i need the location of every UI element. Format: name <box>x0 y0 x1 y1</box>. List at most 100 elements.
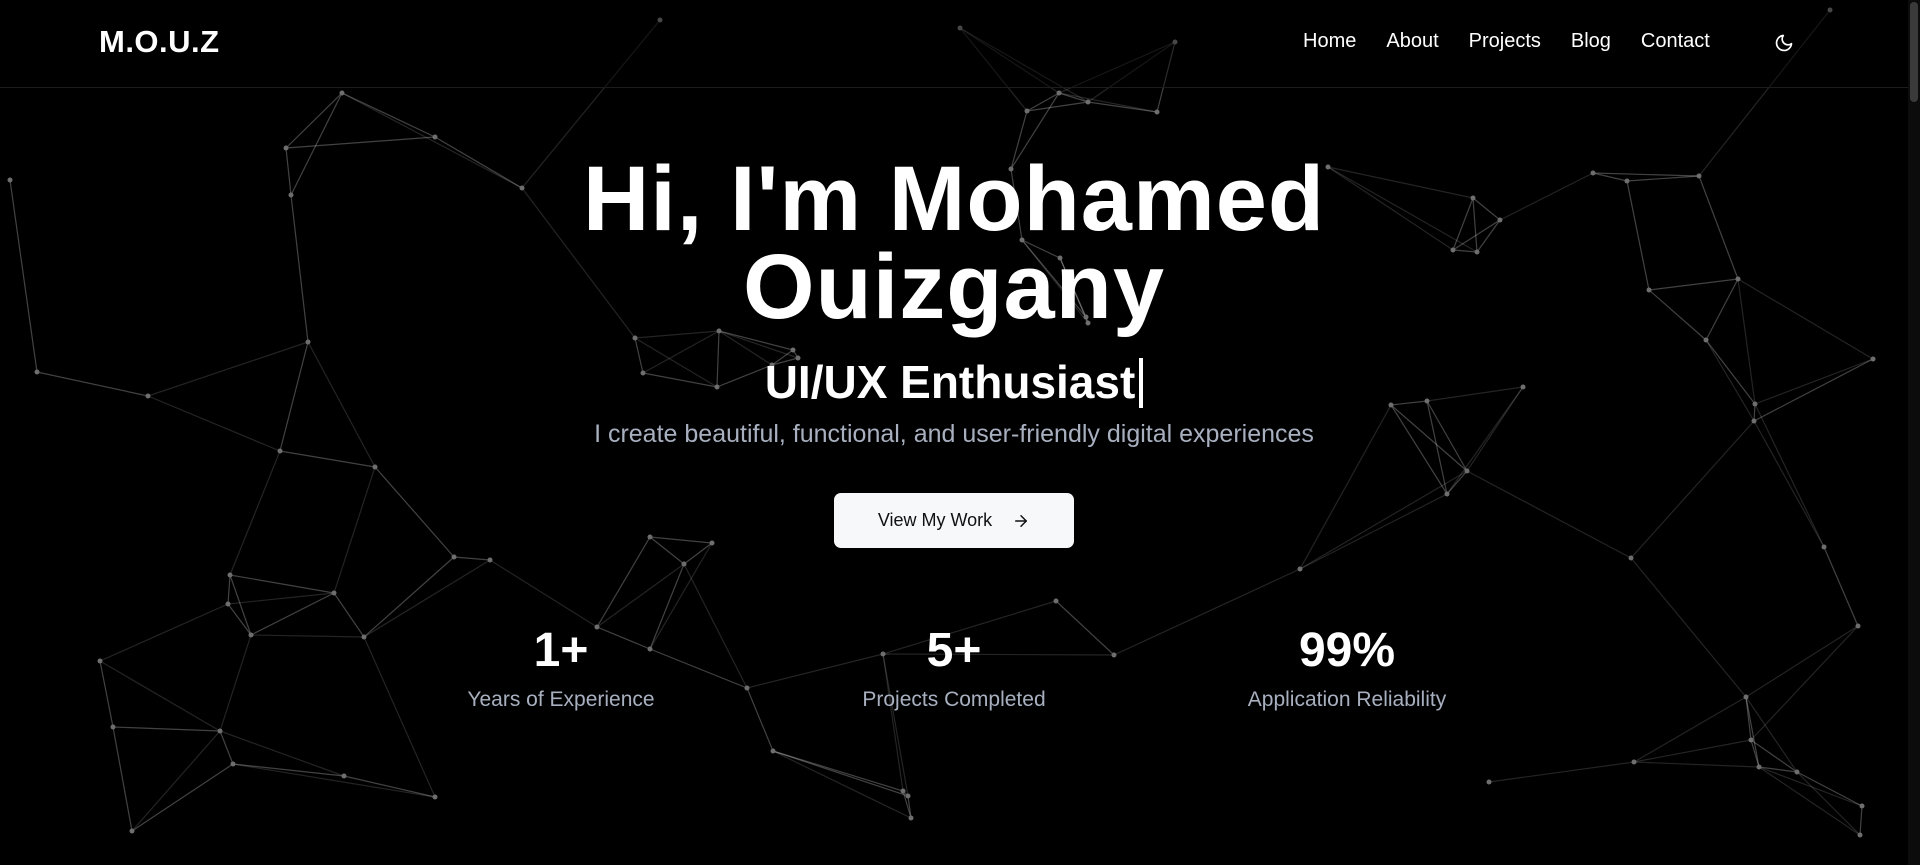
network-link <box>99 603 229 662</box>
page-scrollbar[interactable] <box>1908 0 1920 865</box>
site-header: M.O.U.Z Home About Projects Blog Contact <box>0 0 1920 88</box>
network-node <box>1056 90 1062 96</box>
hero-role-text: UI/UX Enthusiast <box>764 356 1136 408</box>
network-node <box>372 464 378 470</box>
nav-link-home[interactable]: Home <box>1303 30 1356 53</box>
network-link <box>746 687 774 752</box>
network-node <box>277 448 283 454</box>
network-node <box>283 145 289 151</box>
network-link <box>343 775 436 798</box>
network-link <box>1796 771 1863 807</box>
arrow-right-icon <box>1012 512 1030 530</box>
network-link <box>1466 470 1632 559</box>
network-link <box>232 763 436 798</box>
network-link <box>229 450 281 576</box>
network-node <box>1859 803 1865 809</box>
network-link <box>112 726 133 832</box>
stat-label: Application Reliability <box>1247 688 1447 711</box>
network-node <box>451 554 457 560</box>
nav-link-blog[interactable]: Blog <box>1571 30 1611 53</box>
stat-label: Projects Completed <box>862 688 1046 711</box>
network-node <box>1085 99 1091 105</box>
nav-link-projects[interactable]: Projects <box>1469 30 1541 53</box>
network-node <box>1154 109 1160 115</box>
network-node <box>129 828 135 834</box>
site-logo[interactable]: M.O.U.Z <box>99 24 220 60</box>
network-link <box>1758 766 1863 807</box>
network-link <box>227 592 335 605</box>
network-link <box>229 574 252 636</box>
network-node <box>1024 108 1030 114</box>
network-node <box>217 728 223 734</box>
network-node <box>1111 652 1117 658</box>
typing-cursor <box>1139 358 1144 408</box>
network-node <box>1464 468 1470 474</box>
network-node <box>1297 566 1303 572</box>
network-link <box>112 726 221 732</box>
network-node <box>908 815 914 821</box>
network-link <box>1758 766 1861 836</box>
page: M.O.U.Z Home About Projects Blog Contact… <box>0 0 1920 865</box>
stat-reliability: 99% Application Reliability <box>1197 622 1497 712</box>
network-link <box>341 92 436 138</box>
hero-title-line-2: Ouizgany <box>742 236 1166 338</box>
network-link <box>1087 101 1158 113</box>
network-link <box>333 592 365 638</box>
network-link <box>1630 557 1747 698</box>
network-node <box>744 685 750 691</box>
scrollbar-thumb[interactable] <box>1910 2 1918 102</box>
network-node <box>905 793 911 799</box>
network-node <box>331 590 337 596</box>
network-link <box>772 750 912 819</box>
network-node <box>1821 544 1827 550</box>
view-my-work-button[interactable]: View My Work <box>834 493 1074 548</box>
network-node <box>361 634 367 640</box>
network-node <box>1628 555 1634 561</box>
network-link <box>99 660 114 728</box>
network-node <box>1857 832 1863 838</box>
hero-title-line-1: Hi, I'm Mohamed <box>582 148 1326 250</box>
network-link <box>285 136 436 149</box>
network-link <box>229 574 335 594</box>
network-node <box>227 572 233 578</box>
network-node <box>681 561 687 567</box>
network-link <box>489 559 598 628</box>
network-link <box>99 660 221 732</box>
network-node <box>432 794 438 800</box>
moon-icon <box>1775 34 1793 52</box>
network-link <box>1390 404 1448 495</box>
network-link <box>1633 761 1760 768</box>
network-node <box>900 788 906 794</box>
network-link <box>1299 493 1448 570</box>
hero-description: I create beautiful, functional, and user… <box>594 420 1314 448</box>
network-node <box>1631 759 1637 765</box>
stat-value: 99% <box>1298 624 1396 677</box>
network-node <box>1703 337 1709 343</box>
network-node <box>1743 694 1749 700</box>
network-node <box>248 632 254 638</box>
stat-projects: 5+ Projects Completed <box>804 622 1104 712</box>
nav-link-about[interactable]: About <box>1386 30 1438 53</box>
network-link <box>374 466 455 558</box>
network-node <box>97 658 103 664</box>
network-link <box>453 556 491 561</box>
network-node <box>1444 491 1450 497</box>
theme-toggle-button[interactable] <box>1771 30 1797 56</box>
nav-link-contact[interactable]: Contact <box>1641 30 1710 53</box>
hero-title: Hi, I'm Mohamed Ouizgany <box>0 153 1908 333</box>
network-link <box>1446 470 1468 495</box>
hero-role: UI/UX Enthusiast <box>0 355 1908 409</box>
network-node <box>1855 623 1861 629</box>
network-link <box>649 536 685 565</box>
network-node <box>110 724 116 730</box>
network-node <box>1053 598 1059 604</box>
network-node <box>709 540 715 546</box>
network-link <box>250 592 335 636</box>
network-node <box>341 773 347 779</box>
network-link <box>279 450 376 468</box>
network-link <box>1488 761 1635 783</box>
network-node <box>1486 779 1492 785</box>
network-node <box>487 557 493 563</box>
network-link <box>1058 92 1158 113</box>
stat-value: 5+ <box>926 624 982 677</box>
